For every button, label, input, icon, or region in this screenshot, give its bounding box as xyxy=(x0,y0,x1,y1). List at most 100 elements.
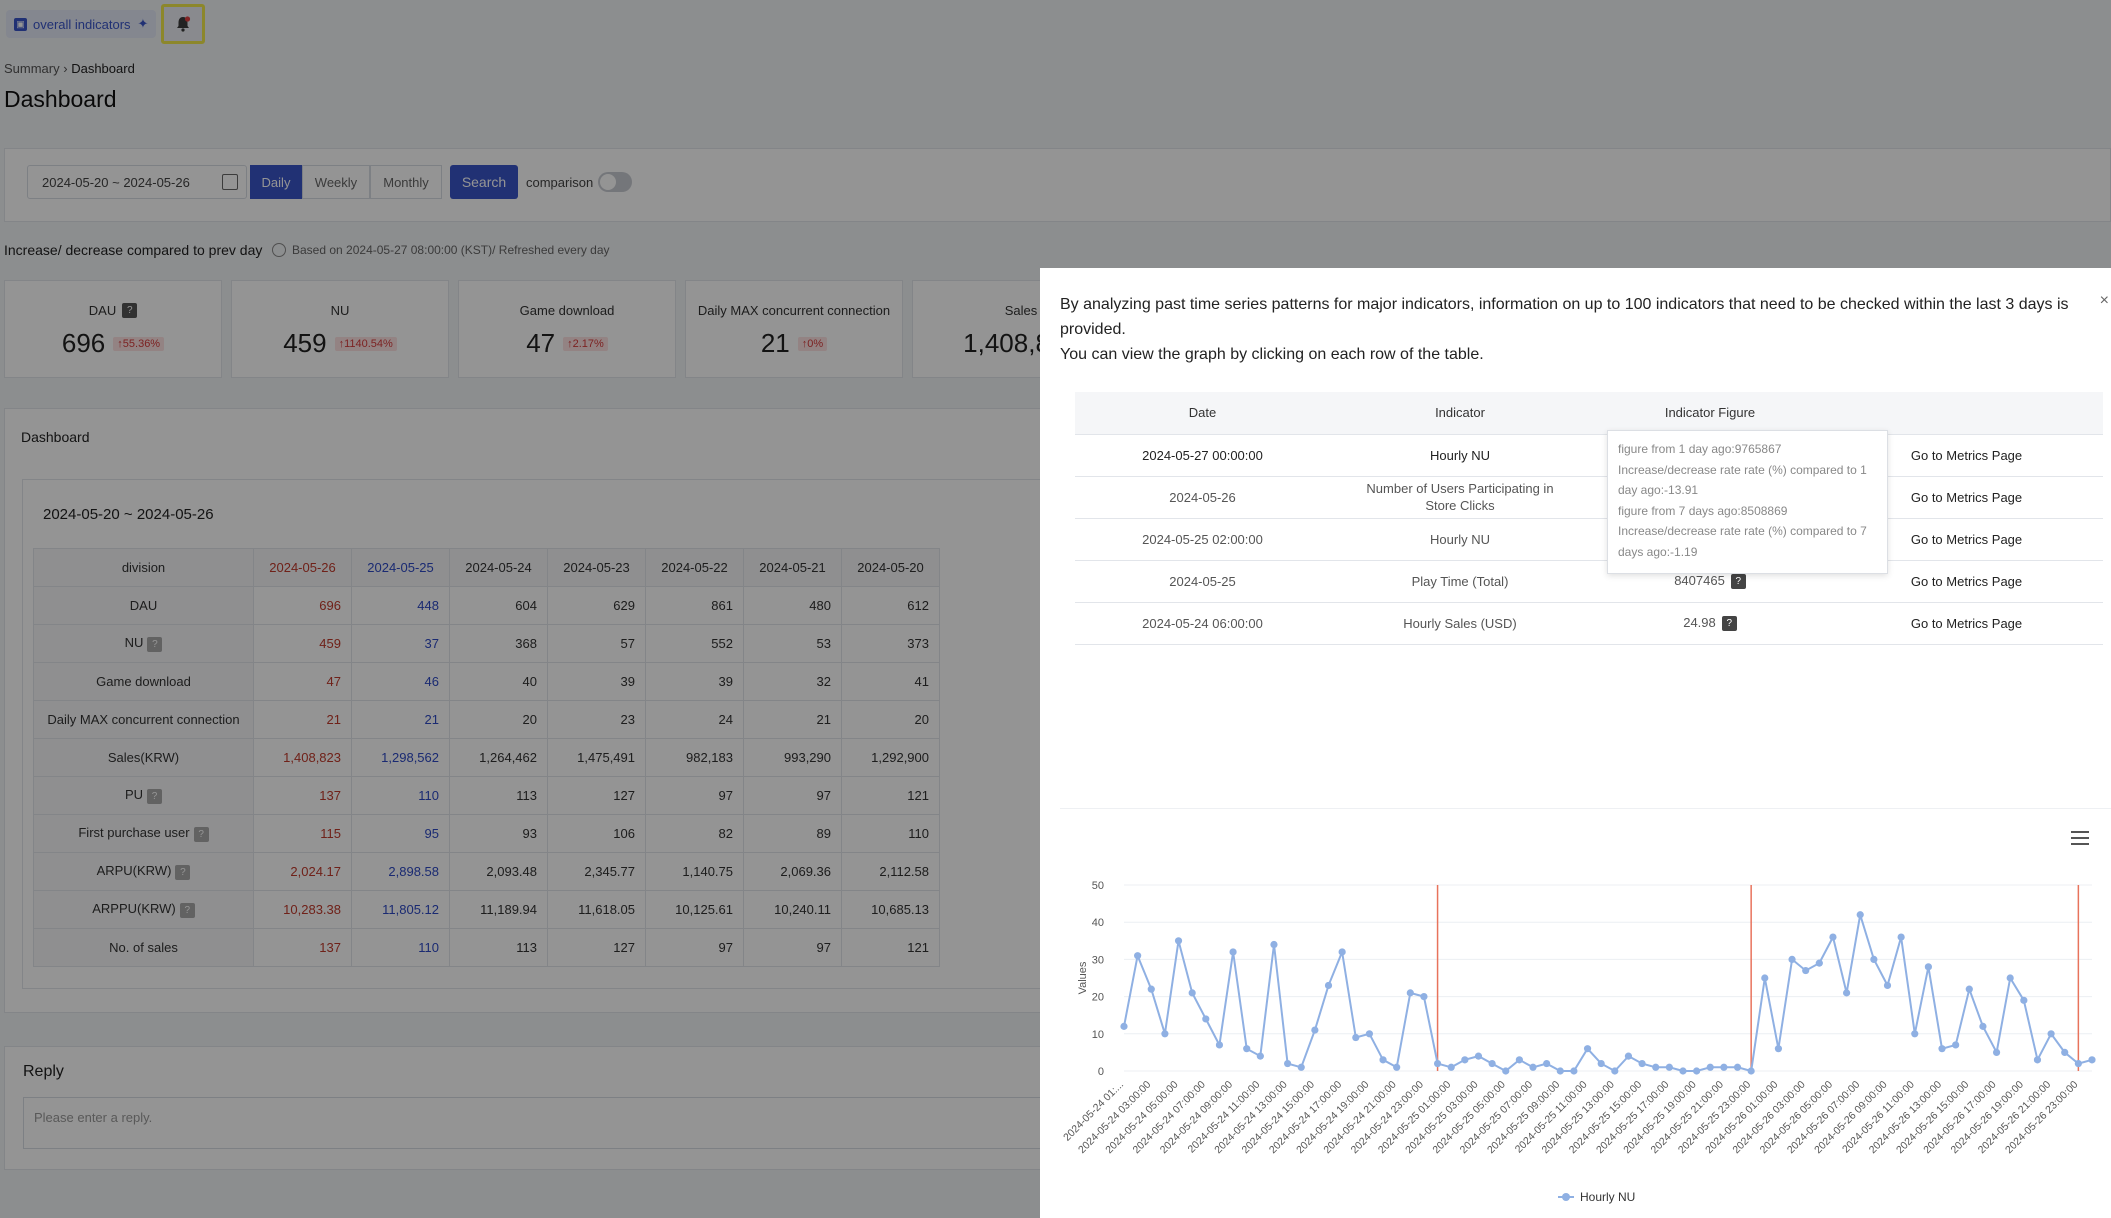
data-point xyxy=(1147,985,1155,993)
data-point xyxy=(2033,1056,2042,1064)
row-date: 2024-05-24 06:00:00 xyxy=(1075,602,1330,645)
data-point xyxy=(1393,1063,1401,1071)
data-point xyxy=(2006,974,2014,982)
go-to-metrics-link[interactable]: Go to Metrics Page xyxy=(1830,602,2103,645)
data-point xyxy=(1611,1067,1619,1075)
data-point xyxy=(1638,1059,1646,1068)
data-point xyxy=(1406,989,1414,997)
data-point xyxy=(1270,940,1278,949)
table-header-row: Date Indicator Indicator Figure xyxy=(1075,392,2103,435)
y-tick-label: 20 xyxy=(1092,992,1104,1004)
modal-description-line: By analyzing past time series patterns f… xyxy=(1060,296,2069,338)
data-point xyxy=(1529,1063,1537,1071)
y-axis-label: Values xyxy=(1077,961,1089,994)
data-point xyxy=(1120,1022,1128,1030)
data-point xyxy=(1420,993,1428,1001)
figure-value: 8407465 xyxy=(1674,572,1725,588)
data-point xyxy=(1243,1045,1251,1053)
data-point xyxy=(1856,911,1864,919)
figure-value: 24.98 xyxy=(1683,614,1716,630)
data-point xyxy=(1365,1030,1374,1038)
data-point xyxy=(1583,1045,1592,1053)
data-point xyxy=(1202,1015,1210,1023)
series-line-hourly-nu xyxy=(1123,914,2093,1073)
data-point xyxy=(1461,1056,1469,1064)
data-point xyxy=(1597,1059,1605,1068)
data-point xyxy=(1679,1067,1687,1075)
column-header: Indicator xyxy=(1330,392,1590,435)
tooltip-line: figure from 7 days ago:8508869 xyxy=(1618,503,1788,518)
data-point xyxy=(1911,1030,1919,1038)
y-tick-label: 50 xyxy=(1092,880,1104,892)
column-header xyxy=(1830,392,2103,435)
data-point xyxy=(1256,1052,1264,1060)
data-point xyxy=(1338,948,1346,956)
help-icon[interactable]: ? xyxy=(1721,616,1737,632)
data-point xyxy=(1842,989,1851,997)
data-point xyxy=(1161,1030,1169,1038)
table-row[interactable]: 2024-05-26 Number of Users Participating… xyxy=(1075,476,2103,519)
row-date: 2024-05-25 02:00:00 xyxy=(1075,518,1330,561)
data-point xyxy=(1952,1041,1960,1049)
row-indicator: Play Time (Total) xyxy=(1330,560,1590,603)
data-point xyxy=(1174,937,1183,945)
tooltip-line: Increase/decrease rate rate (%) compared… xyxy=(1618,462,1867,498)
data-point xyxy=(1693,1067,1701,1075)
data-point xyxy=(1992,1048,2001,1056)
data-point xyxy=(1897,933,1905,941)
modal-description: By analyzing past time series patterns f… xyxy=(1060,292,2100,367)
hourly-nu-chart: 01020304050Values2024-05-24 01:...2024-0… xyxy=(1061,880,2096,1204)
column-header: Date xyxy=(1075,392,1330,435)
close-icon[interactable]: × xyxy=(2100,292,2109,310)
data-point xyxy=(1447,1063,1455,1071)
data-point xyxy=(1188,989,1196,997)
data-point xyxy=(1665,1063,1673,1071)
row-indicator: Hourly NU xyxy=(1330,434,1590,477)
row-date: 2024-05-27 00:00:00 xyxy=(1075,434,1330,477)
help-icon[interactable]: ? xyxy=(1730,574,1746,590)
data-point xyxy=(1774,1045,1783,1053)
data-point xyxy=(1474,1052,1483,1060)
data-point xyxy=(1747,1067,1755,1075)
figure-tooltip: figure from 1 day ago:9765867 Increase/d… xyxy=(1607,430,1888,574)
legend-swatch-marker xyxy=(1562,1193,1570,1201)
data-point xyxy=(1733,1063,1742,1071)
data-point xyxy=(1502,1067,1510,1075)
table-row[interactable]: 2024-05-25 02:00:00 Hourly NU Go to Metr… xyxy=(1075,518,2103,561)
data-point xyxy=(1938,1045,1946,1053)
data-point xyxy=(1761,974,1769,982)
modal-description-line: You can view the graph by clicking on ea… xyxy=(1060,346,1484,363)
data-point xyxy=(1379,1056,1387,1064)
row-date: 2024-05-25 xyxy=(1075,560,1330,603)
data-point xyxy=(1488,1059,1496,1068)
table-row[interactable]: 2024-05-27 00:00:00 Hourly NU Go to Metr… xyxy=(1075,434,2103,477)
data-point xyxy=(1229,948,1237,956)
data-point xyxy=(1311,1026,1319,1034)
data-point xyxy=(1965,985,1973,993)
indicator-alert-modal: By analyzing past time series patterns f… xyxy=(1040,268,2111,1218)
table-row[interactable]: 2024-05-24 06:00:00 Hourly Sales (USD) 2… xyxy=(1075,602,2103,645)
data-point xyxy=(1556,1067,1564,1075)
tooltip-line: Increase/decrease rate rate (%) compared… xyxy=(1618,524,1867,559)
data-point xyxy=(1352,1033,1360,1042)
data-point xyxy=(1720,1063,1728,1071)
data-point xyxy=(1570,1067,1578,1075)
row-indicator: Hourly NU xyxy=(1330,518,1590,561)
data-point xyxy=(1324,981,1333,990)
data-point xyxy=(1883,981,1892,990)
data-point xyxy=(1134,952,1142,960)
table-row[interactable]: 2024-05-25 Play Time (Total) 8407465? Go… xyxy=(1075,560,2103,603)
data-point xyxy=(1870,955,1878,963)
row-indicator: Hourly Sales (USD) xyxy=(1330,602,1590,645)
data-point xyxy=(1215,1041,1224,1049)
chart-menu-icon[interactable] xyxy=(2071,831,2089,845)
data-point xyxy=(2088,1056,2096,1064)
y-tick-label: 0 xyxy=(1098,1066,1104,1078)
row-indicator: Number of Users Participating in Store C… xyxy=(1330,476,1590,519)
data-point xyxy=(1924,963,1932,971)
row-figure: 24.98? xyxy=(1590,602,1830,645)
y-tick-label: 30 xyxy=(1092,954,1104,966)
y-tick-label: 10 xyxy=(1092,1029,1104,1041)
data-point xyxy=(1543,1059,1551,1068)
data-point xyxy=(1829,933,1837,941)
